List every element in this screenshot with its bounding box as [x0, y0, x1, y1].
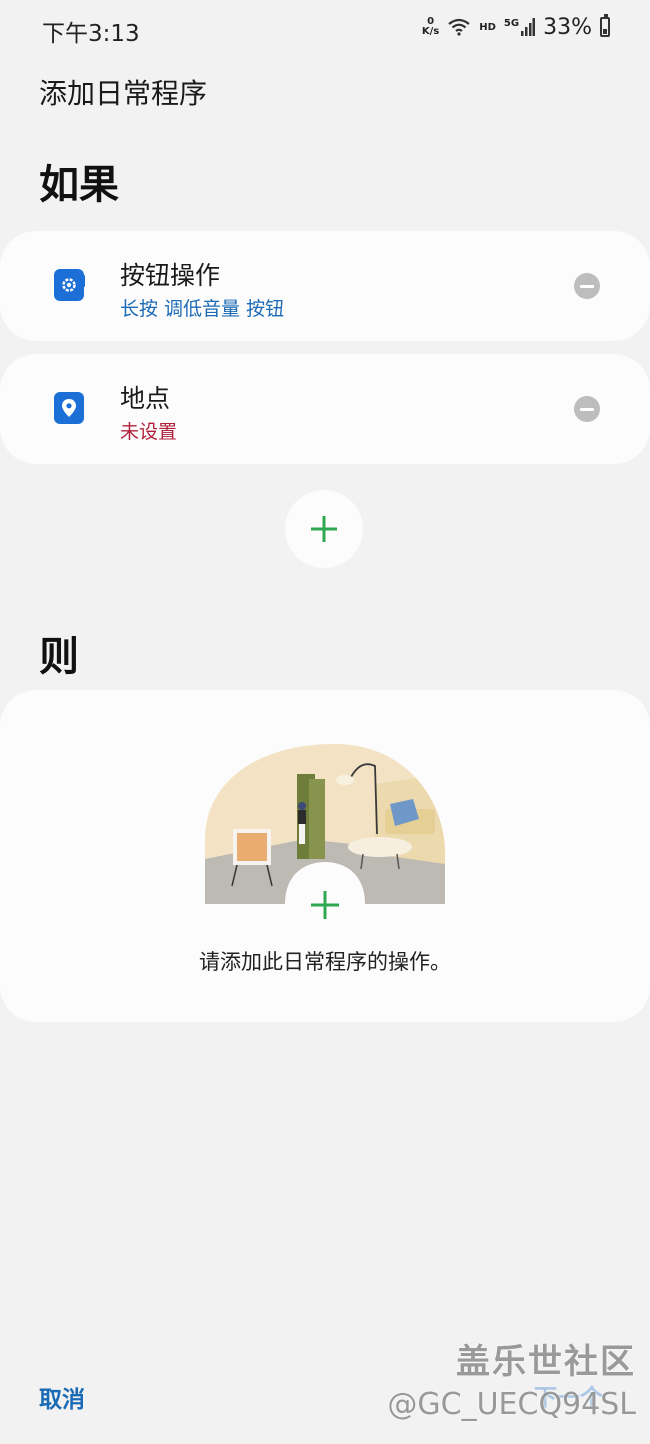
battery-icon [600, 14, 610, 37]
then-heading: 则 [39, 634, 79, 680]
condition-subtitle: 长按 调低音量 按钮 [120, 298, 285, 320]
add-action-hint: 请添加此日常程序的操作。 [199, 950, 451, 974]
add-condition-button[interactable] [285, 490, 363, 568]
watermark-title: 盖乐世社区 [456, 1342, 636, 1382]
network-label: 5G [503, 18, 520, 29]
net-speed: 0 K/s [422, 17, 439, 37]
wifi-icon [448, 18, 470, 36]
condition-card-location[interactable]: 地点 未设置 [0, 354, 650, 464]
battery-percent: 33% [543, 14, 592, 40]
status-icons: 0 K/s HD 5G 33% [422, 12, 610, 42]
status-time: 下午3:13 [42, 21, 140, 47]
net-speed-unit: K/s [421, 26, 440, 37]
cancel-button[interactable]: 取消 [39, 1380, 85, 1414]
condition-title: 按钮操作 [120, 261, 221, 290]
then-card[interactable]: 请添加此日常程序的操作。 [0, 690, 650, 1022]
watermark: 盖乐世社区 @GC_UECQ94SL [387, 1334, 636, 1422]
condition-card-button-action[interactable]: 按钮操作 长按 调低音量 按钮 [0, 231, 650, 341]
add-action-button[interactable] [295, 880, 355, 930]
condition-title: 地点 [120, 384, 171, 413]
remove-condition-button[interactable] [574, 273, 600, 299]
condition-subtitle: 未设置 [120, 421, 178, 443]
location-pin-icon [54, 392, 84, 424]
watermark-handle: @GC_UECQ94SL [387, 1387, 636, 1422]
plus-icon [311, 891, 339, 919]
remove-condition-button[interactable] [574, 396, 600, 422]
plus-icon [311, 516, 337, 542]
status-bar: 下午3:13 0 K/s HD 5G 33% [0, 0, 650, 56]
page-title: 添加日常程序 [39, 77, 208, 110]
signal-icon: 5G [503, 18, 536, 36]
hd-label: HD [479, 21, 496, 33]
button-action-icon [54, 269, 84, 301]
if-heading: 如果 [39, 162, 119, 208]
side-button-mark [82, 275, 85, 287]
